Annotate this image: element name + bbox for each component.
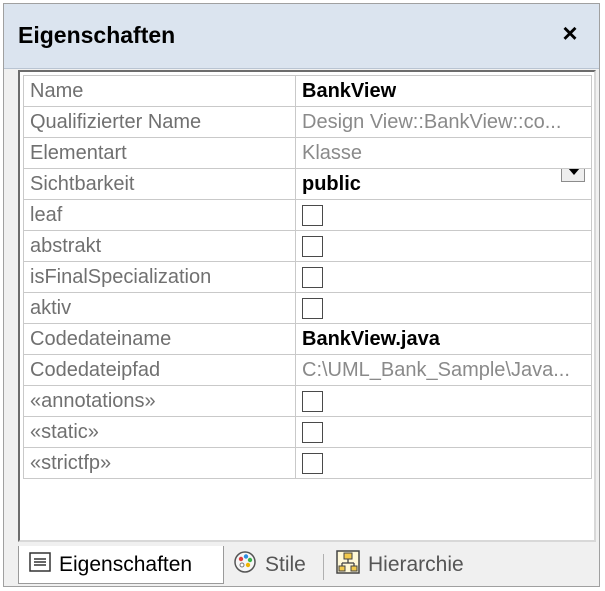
property-label: leaf (23, 199, 296, 231)
property-row: Qualifizierter Name Design View::BankView… (23, 106, 592, 138)
property-table: Name BankView Qualifizierter Name Design Vi… (23, 75, 592, 479)
property-label: «static» (23, 416, 296, 448)
select-container: public (302, 169, 591, 195)
close-icon[interactable]: × (555, 18, 585, 48)
property-label: isFinalSpecialization (23, 261, 296, 293)
property-checkbox[interactable] (302, 390, 323, 412)
property-row: «strictfp» (23, 447, 592, 479)
property-select[interactable]: public (295, 168, 592, 200)
tab-label: Hierarchie (368, 553, 464, 576)
property-label: Qualifizierter Name (23, 106, 296, 138)
tab-separator (323, 554, 324, 580)
tab-eigenschaften[interactable]: Eigenschaften (18, 546, 224, 584)
property-label: «strictfp» (23, 447, 296, 479)
property-checkbox[interactable] (302, 266, 323, 288)
property-value-cell[interactable] (295, 385, 592, 417)
tab-label: Eigenschaften (59, 552, 193, 576)
property-value-cell[interactable]: Klasse (295, 137, 592, 169)
property-label: Codedateipfad (23, 354, 296, 386)
property-grid: Name BankView Qualifizierter Name Design Vi… (18, 70, 596, 542)
property-label: Elementart (23, 137, 296, 169)
property-label: Sichtbarkeit (23, 168, 296, 200)
window-titlebar: Eigenschaften × (4, 4, 599, 69)
dropdown-arrow-icon[interactable] (561, 169, 585, 183)
palette-icon (233, 550, 257, 580)
hierarchy-icon (336, 550, 360, 580)
property-row: isFinalSpecialization (23, 261, 592, 293)
property-label: aktiv (23, 292, 296, 324)
property-checkbox[interactable] (302, 204, 323, 226)
property-row: Elementart Klasse (23, 137, 592, 169)
property-value-cell[interactable]: BankView (295, 75, 592, 107)
property-value: public (302, 172, 361, 195)
property-row: «static» (23, 416, 592, 448)
property-value: BankView.java (302, 327, 440, 350)
tab-stile[interactable]: Stile (233, 546, 306, 584)
property-label: abstrakt (23, 230, 296, 262)
property-value: C:\UML_Bank_Sample\Java... (302, 358, 570, 381)
property-row: leaf (23, 199, 592, 231)
properties-window: Eigenschaften × Name BankView Qualifiziert… (3, 3, 600, 587)
property-row: Name BankView (23, 75, 592, 107)
property-value-cell[interactable] (295, 230, 592, 262)
property-value: BankView (302, 79, 397, 102)
property-value-cell[interactable]: C:\UML_Bank_Sample\Java... (295, 354, 592, 386)
property-row: aktiv (23, 292, 592, 324)
window-title: Eigenschaften (18, 22, 176, 48)
list-icon (29, 551, 51, 578)
property-value-cell[interactable] (295, 416, 592, 448)
property-value-cell[interactable]: BankView.java (295, 323, 592, 355)
property-value: Design View::BankView::co... (302, 110, 562, 133)
property-value-cell[interactable] (295, 447, 592, 479)
tab-bar: Eigenschaften Stile Hierarchie (18, 546, 596, 586)
property-checkbox[interactable] (302, 297, 323, 319)
property-checkbox[interactable] (302, 235, 323, 257)
property-label: «annotations» (23, 385, 296, 417)
property-value-cell[interactable] (295, 261, 592, 293)
property-row: Codedateiname BankView.java (23, 323, 592, 355)
property-row: abstrakt (23, 230, 592, 262)
property-label: Codedateiname (23, 323, 296, 355)
property-checkbox[interactable] (302, 452, 323, 474)
property-label: Name (23, 75, 296, 107)
tab-hierarchie[interactable]: Hierarchie (336, 546, 464, 584)
property-value: Klasse (302, 141, 363, 164)
property-row: «annotations» (23, 385, 592, 417)
property-row: Codedateipfad C:\UML_Bank_Sample\Java... (23, 354, 592, 386)
property-checkbox[interactable] (302, 421, 323, 443)
property-value-cell[interactable] (295, 199, 592, 231)
property-value-cell[interactable]: Design View::BankView::co... (295, 106, 592, 138)
property-value-cell[interactable] (295, 292, 592, 324)
property-row: Sichtbarkeit public (23, 168, 592, 200)
tab-label: Stile (265, 553, 306, 576)
